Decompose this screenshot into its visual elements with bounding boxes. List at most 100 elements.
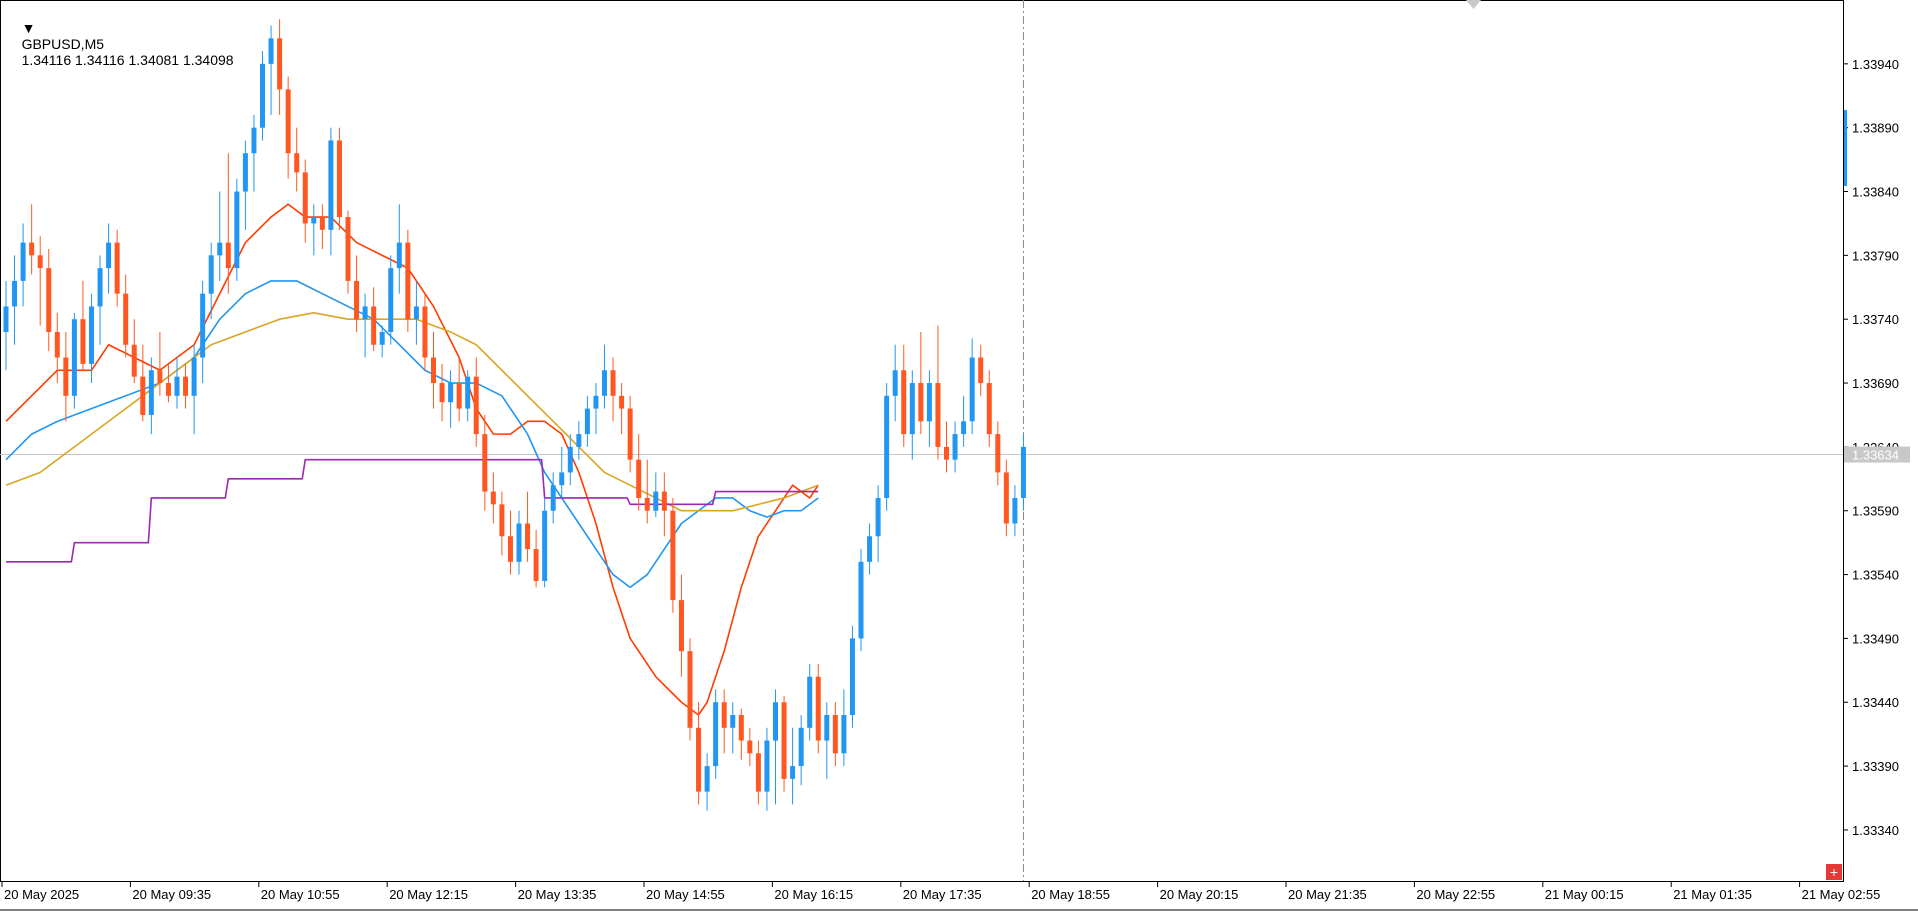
candle-body xyxy=(285,89,291,154)
candle-body xyxy=(738,715,744,741)
candle-body xyxy=(858,561,864,639)
x-axis-label: 21 May 02:55 xyxy=(1802,887,1881,902)
candle-body xyxy=(200,293,206,358)
candle-body xyxy=(661,491,667,511)
x-axis-label: 20 May 22:55 xyxy=(1416,887,1495,902)
candle-body xyxy=(54,331,60,358)
candle-body xyxy=(867,536,873,562)
candle-body xyxy=(542,510,548,581)
candle-body xyxy=(97,268,103,307)
candle-body xyxy=(191,357,197,396)
candle-body xyxy=(986,383,992,435)
candle-body xyxy=(354,280,360,320)
chart-header: ▼ GBPUSD,M5 1.34116 1.34116 1.34081 1.34… xyxy=(6,4,234,84)
candle-body xyxy=(525,523,531,550)
y-axis-label: 1.33540 xyxy=(1852,568,1899,583)
candle-body xyxy=(1003,472,1009,524)
candle-body xyxy=(909,383,915,435)
candle-body xyxy=(225,242,231,269)
candle-body xyxy=(593,395,599,409)
candle-body xyxy=(901,370,907,435)
candle-body xyxy=(798,727,804,767)
y-axis-label: 1.33690 xyxy=(1852,376,1899,391)
candle-body xyxy=(533,549,539,581)
x-axis-label: 20 May 09:35 xyxy=(132,887,211,902)
candle-body xyxy=(696,727,702,792)
candle-body xyxy=(405,242,411,320)
candle-body xyxy=(978,357,984,384)
candle-body xyxy=(422,306,428,358)
x-axis-label: 20 May 12:15 xyxy=(389,887,468,902)
x-axis-label: 21 May 01:35 xyxy=(1673,887,1752,902)
x-axis-label: 20 May 18:55 xyxy=(1031,887,1110,902)
candle-body xyxy=(268,38,274,64)
candle-body xyxy=(431,357,436,384)
candle-body xyxy=(37,255,43,269)
current-price-label: 1.33634 xyxy=(1852,448,1899,463)
x-axis-label: 20 May 10:55 xyxy=(261,887,340,902)
candle-body xyxy=(448,383,454,403)
candle-body xyxy=(396,242,402,269)
candle-body xyxy=(687,651,693,728)
candle-body xyxy=(584,408,590,435)
candle-body xyxy=(627,408,633,460)
candle-body xyxy=(328,140,334,230)
y-axis-label: 1.33890 xyxy=(1852,121,1899,136)
candle-body xyxy=(336,140,342,218)
candle-body xyxy=(884,395,890,498)
candle-body xyxy=(490,491,496,505)
candle-body xyxy=(413,306,419,320)
candle-body xyxy=(815,676,821,741)
candle-body xyxy=(576,434,582,447)
symbol-label: GBPUSD,M5 xyxy=(21,36,105,52)
candle-body xyxy=(567,446,573,473)
y-axis-label: 1.33740 xyxy=(1852,312,1899,327)
y-axis-label: 1.33840 xyxy=(1852,185,1899,200)
candle-body xyxy=(80,319,86,364)
x-axis-label: 21 May 00:15 xyxy=(1545,887,1624,902)
candle-body xyxy=(3,306,9,332)
candle-body xyxy=(473,376,479,435)
candle-body xyxy=(764,740,770,792)
candle-body xyxy=(918,383,924,422)
candle-body xyxy=(832,715,838,754)
candle-body xyxy=(1020,446,1026,498)
candle-body xyxy=(849,638,855,716)
candle-body xyxy=(482,434,488,492)
candle-body xyxy=(841,715,847,754)
candle-body xyxy=(653,491,659,511)
y-axis-label: 1.33440 xyxy=(1852,695,1899,710)
candle-body xyxy=(183,376,189,396)
candle-body xyxy=(242,153,248,192)
price-chart[interactable]: 1.33940 1.33890 1.33840 1.33790 1.33740 1.336… xyxy=(0,0,1918,912)
candle-body xyxy=(319,217,325,230)
candle-body xyxy=(217,242,223,256)
candle-body xyxy=(935,383,941,447)
x-axis-label: 20 May 16:15 xyxy=(774,887,853,902)
candle-body xyxy=(311,217,317,224)
x-axis-label: 20 May 20:15 xyxy=(1160,887,1239,902)
candle-body xyxy=(610,370,616,396)
candle-body xyxy=(755,753,761,792)
candle-body xyxy=(824,715,830,741)
candle-body xyxy=(114,242,120,294)
candle-body xyxy=(713,702,719,767)
collapse-triangle-icon[interactable]: ▼ xyxy=(22,20,36,36)
candle-body xyxy=(704,766,710,792)
candle-body xyxy=(234,191,240,269)
candle-body xyxy=(388,268,394,332)
chart-root: 1.33940 1.33890 1.33840 1.33790 1.33740 1.336… xyxy=(0,0,1918,912)
candle-body xyxy=(644,497,650,511)
y-axis-label: 1.33940 xyxy=(1852,57,1899,72)
candle-body xyxy=(456,383,462,409)
candle-body xyxy=(439,383,445,403)
y-axis-label: 1.33490 xyxy=(1852,631,1899,646)
candle-body xyxy=(46,268,52,332)
candle-body xyxy=(294,153,300,173)
y-axis-label: 1.33340 xyxy=(1852,823,1899,838)
candle-body xyxy=(961,421,967,435)
candle-body xyxy=(559,472,565,486)
candle-body xyxy=(148,370,154,415)
candle-body xyxy=(875,497,881,537)
candle-body xyxy=(165,383,171,396)
